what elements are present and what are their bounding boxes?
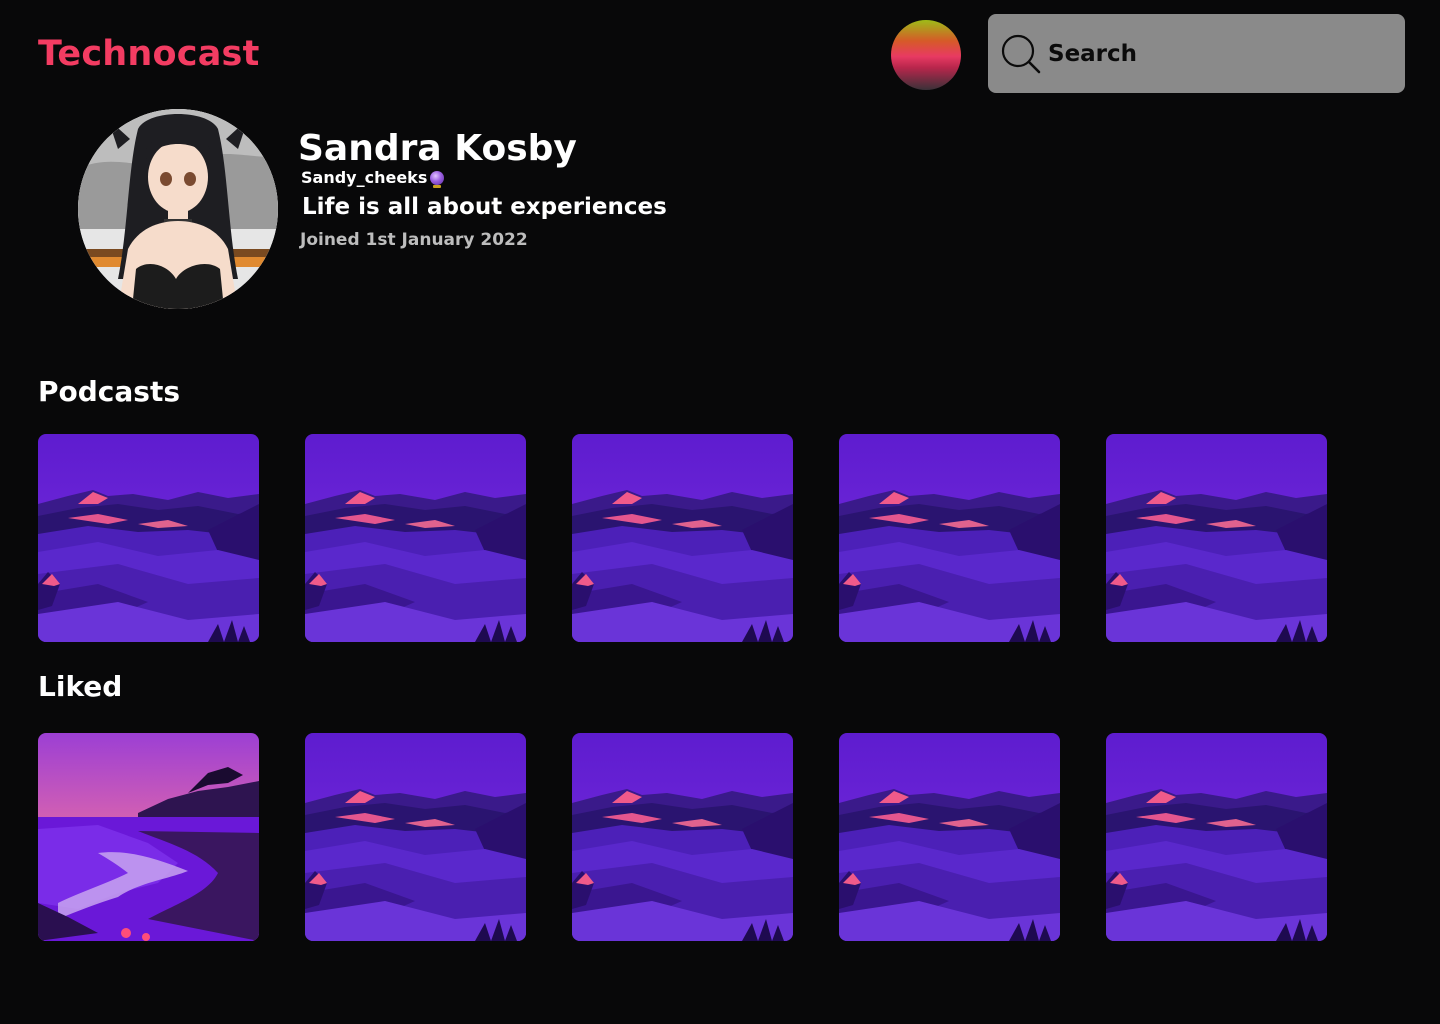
podcast-card[interactable] xyxy=(38,434,259,642)
crystal-ball-badge-icon xyxy=(430,170,445,188)
profile-avatar-image xyxy=(78,109,278,309)
app-logo[interactable]: Technocast xyxy=(38,34,260,74)
liked-podcast-card[interactable] xyxy=(305,733,526,941)
podcast-artwork xyxy=(1106,434,1327,642)
liked-podcast-card[interactable] xyxy=(839,733,1060,941)
liked-podcast-card[interactable] xyxy=(572,733,793,941)
liked-podcast-artwork xyxy=(839,733,1060,941)
search-input[interactable] xyxy=(1048,33,1388,74)
liked-podcast-artwork xyxy=(1106,733,1327,941)
liked-podcast-artwork xyxy=(572,733,793,941)
profile-name: Sandra Kosby xyxy=(298,128,577,169)
podcast-card[interactable] xyxy=(305,434,526,642)
profile-joined-date: Joined 1st January 2022 xyxy=(300,230,528,250)
liked-podcast-card[interactable] xyxy=(1106,733,1327,941)
podcast-card[interactable] xyxy=(1106,434,1327,642)
podcast-artwork xyxy=(572,434,793,642)
search-icon xyxy=(1001,34,1041,73)
profile-bio: Life is all about experiences xyxy=(302,194,667,220)
podcast-artwork xyxy=(38,434,259,642)
liked-podcast-artwork xyxy=(38,733,259,941)
podcasts-section-title: Podcasts xyxy=(38,375,181,408)
profile-handle-row: Sandy_cheeks xyxy=(301,168,445,188)
profile-handle: Sandy_cheeks xyxy=(301,168,428,187)
profile-avatar xyxy=(78,109,278,309)
podcast-card[interactable] xyxy=(572,434,793,642)
liked-grid xyxy=(38,733,1327,941)
liked-podcast-card[interactable] xyxy=(38,733,259,941)
podcast-artwork xyxy=(839,434,1060,642)
profile-page: Technocast Sandra Kosby Sandy_cheeks Lif… xyxy=(0,0,1440,1024)
liked-podcast-artwork xyxy=(305,733,526,941)
search-bar[interactable] xyxy=(988,14,1405,93)
podcast-card[interactable] xyxy=(839,434,1060,642)
podcasts-grid xyxy=(38,434,1327,642)
liked-section-title: Liked xyxy=(38,670,123,703)
user-avatar-button[interactable] xyxy=(891,20,961,90)
podcast-artwork xyxy=(305,434,526,642)
